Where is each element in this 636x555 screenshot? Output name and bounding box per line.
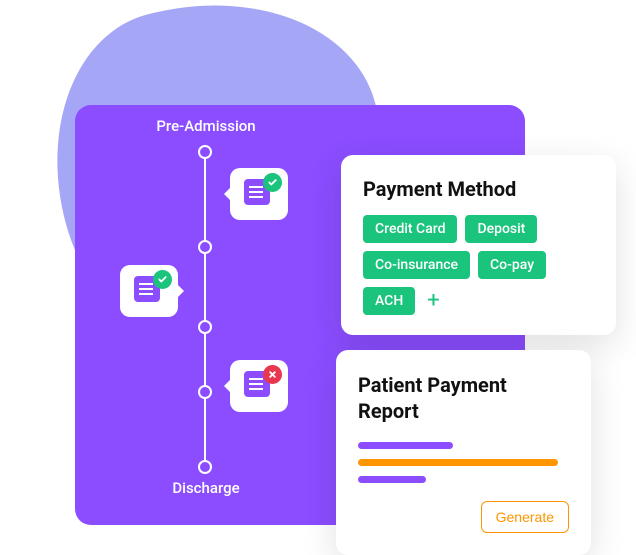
- timeline-node: [198, 240, 212, 254]
- payment-option-tag[interactable]: ACH: [363, 287, 415, 315]
- timeline-node: [198, 145, 212, 159]
- report-bar: [358, 442, 453, 449]
- timeline-node: [198, 385, 212, 399]
- payment-method-options: Credit Card Deposit Co-insurance Co-pay …: [363, 215, 594, 315]
- payment-option-tag[interactable]: Co-pay: [478, 251, 546, 279]
- document-icon: [244, 179, 274, 209]
- report-title: Patient Payment Report: [358, 372, 569, 424]
- timeline-start-label: Pre-Admission: [156, 117, 255, 135]
- checkmark-icon: [153, 270, 172, 289]
- report-bar: [358, 476, 426, 483]
- payment-method-card: Payment Method Credit Card Deposit Co-in…: [341, 155, 616, 335]
- timeline-end-label: Discharge: [172, 479, 239, 497]
- timeline-bubble: [120, 265, 178, 317]
- timeline-bubble: [230, 360, 288, 412]
- error-icon: [263, 365, 282, 384]
- payment-option-tag[interactable]: Co-insurance: [363, 251, 470, 279]
- timeline-bubble: [230, 168, 288, 220]
- generate-button[interactable]: Generate: [481, 501, 569, 533]
- timeline-line: [204, 150, 206, 465]
- report-bar: [358, 459, 558, 466]
- document-icon: [244, 371, 274, 401]
- document-icon: [134, 276, 164, 306]
- timeline-node: [198, 320, 212, 334]
- payment-option-tag[interactable]: Credit Card: [363, 215, 457, 243]
- payment-option-tag[interactable]: Deposit: [465, 215, 537, 243]
- payment-method-title: Payment Method: [363, 177, 594, 201]
- patient-payment-report-card: Patient Payment Report Generate: [336, 350, 591, 555]
- timeline-node: [198, 460, 212, 474]
- checkmark-icon: [263, 173, 282, 192]
- add-payment-icon[interactable]: +: [423, 290, 443, 312]
